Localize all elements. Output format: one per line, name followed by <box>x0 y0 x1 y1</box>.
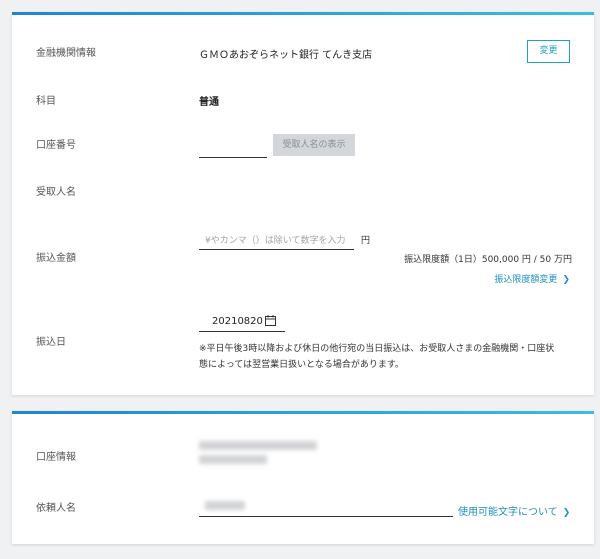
usable-chars-link-label: 使用可能文字について <box>458 507 558 518</box>
change-bank-button[interactable]: 変更 <box>527 40 570 63</box>
usable-chars-link[interactable]: 使用可能文字について ❯ <box>458 500 570 519</box>
show-recipient-name-button[interactable]: 受取人名の表示 <box>273 134 355 156</box>
transfer-date-note: ※平日午後3時以降および休日の他行宛の当日振込は、お受取人さまの金融機関・口座状… <box>199 341 584 373</box>
sender-info-card: 口座情報 依頼人名 使用可能文字について ❯ <box>12 411 594 544</box>
calendar-icon[interactable] <box>265 315 276 326</box>
bank-value: ＧＭＯあおぞらネット銀行 てんき支店 <box>199 50 373 61</box>
card-accent-bar <box>12 12 594 15</box>
sender-name-label: 依頼人名 <box>36 503 76 514</box>
limit-change-link-label: 振込限度額変更 <box>494 275 558 285</box>
account-info-label: 口座情報 <box>36 452 76 463</box>
account-type-value: 普通 <box>199 97 219 108</box>
transfer-date-input[interactable]: 20210820 <box>199 312 285 332</box>
account-number-input[interactable] <box>199 138 267 158</box>
account-type-label: 科目 <box>36 96 56 107</box>
card-accent-bar <box>12 411 594 414</box>
note-line-1: ※平日午後3時以降および休日の他行宛の当日振込は、お受取人さまの金融機関・口座状 <box>199 344 555 354</box>
amount-placeholder: ¥やカンマ（）は除いて数字を入力 <box>205 236 346 246</box>
note-line-2: 態によっては翌営業日扱いとなる場合があります。 <box>199 360 404 370</box>
account-number-label: 口座番号 <box>36 140 76 151</box>
amount-label: 振込金額 <box>36 253 76 264</box>
amount-unit: 円 <box>361 236 371 246</box>
limit-change-link[interactable]: 振込限度額変更 ❯ <box>482 267 570 286</box>
bank-label: 金融機関情報 <box>36 48 96 59</box>
chevron-right-icon: ❯ <box>562 275 570 285</box>
transfer-details-card: 金融機関情報 ＧＭＯあおぞらネット銀行 てんき支店 変更 科目 普通 口座番号 … <box>12 12 594 395</box>
transfer-limit-text: 振込限度額（1日）500,000 円 / 50 万円 <box>404 255 572 265</box>
sender-name-value-redacted <box>205 501 245 510</box>
account-info-value-redacted <box>199 441 317 464</box>
chevron-right-icon: ❯ <box>562 508 571 518</box>
transfer-date-value: 20210820 <box>212 316 263 327</box>
sender-name-input[interactable] <box>199 493 453 517</box>
amount-input[interactable]: ¥やカンマ（）は除いて数字を入力 <box>199 230 354 250</box>
transfer-date-label: 振込日 <box>36 337 66 348</box>
recipient-name-label: 受取人名 <box>36 187 76 198</box>
